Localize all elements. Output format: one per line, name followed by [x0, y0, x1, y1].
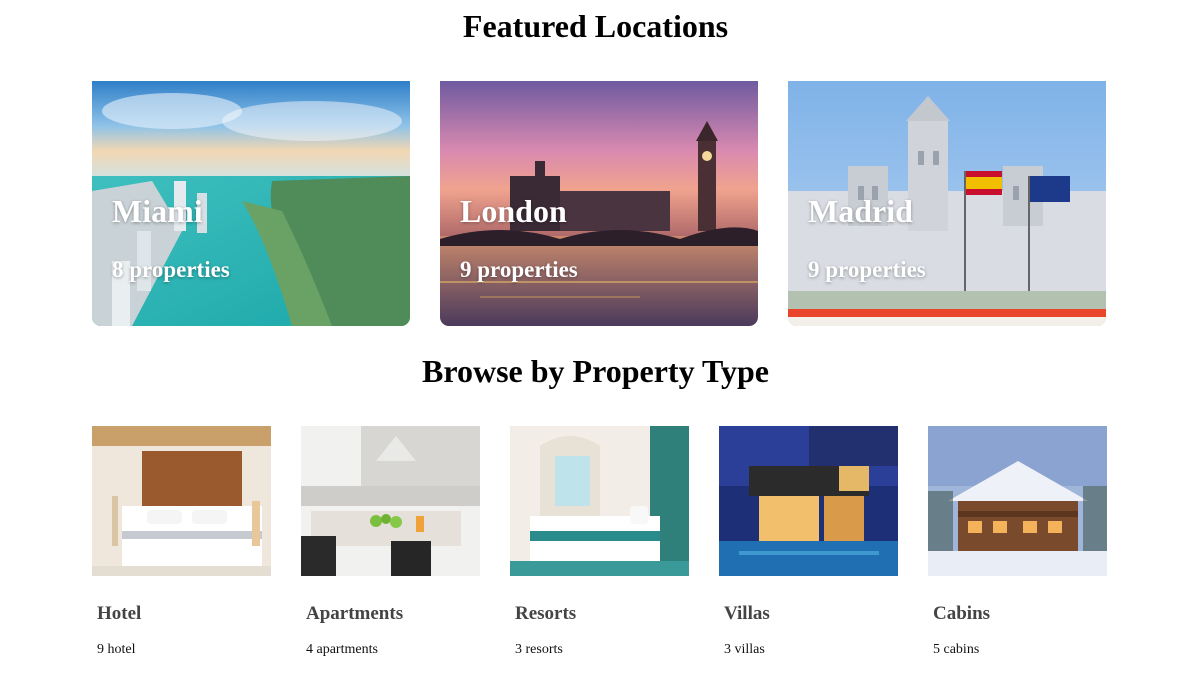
type-card-villas[interactable]: Villas 3 villas	[719, 426, 898, 658]
featured-card-count: 9 properties	[808, 257, 926, 282]
hotel-photo	[92, 426, 271, 576]
browse-by-type-heading: Browse by Property Type	[422, 353, 769, 389]
type-card-name: Cabins	[933, 603, 991, 624]
featured-card-count: 9 properties	[460, 257, 578, 282]
type-card-name: Hotel	[97, 603, 142, 624]
type-card-cabins[interactable]: Cabins 5 cabins	[928, 426, 1107, 658]
type-card-count: 4 apartments	[306, 642, 378, 657]
type-card-hotel[interactable]: Hotel 9 hotel	[92, 426, 271, 658]
featured-locations-list: Miami 8 properties London 9 properties M…	[92, 81, 1106, 326]
featured-card-madrid[interactable]: Madrid 9 properties	[788, 81, 1106, 326]
type-card-count: 5 cabins	[933, 642, 980, 657]
type-card-name: Resorts	[515, 603, 577, 624]
featured-card-city: Miami	[112, 193, 203, 229]
villas-photo	[719, 426, 898, 576]
featured-locations-heading: Featured Locations	[462, 8, 729, 44]
type-card-count: 3 villas	[724, 642, 765, 657]
apartments-photo	[301, 426, 480, 576]
type-card-name: Apartments	[306, 603, 404, 624]
page: Featured Locations Miami 8 properties Lo…	[0, 0, 1191, 688]
featured-card-miami[interactable]: Miami 8 properties	[92, 81, 410, 326]
cabins-photo	[928, 426, 1107, 576]
type-card-count: 3 resorts	[515, 642, 563, 657]
type-card-apartments[interactable]: Apartments 4 apartments	[301, 426, 480, 658]
featured-card-count: 8 properties	[112, 257, 230, 282]
featured-card-london[interactable]: London 9 properties	[440, 81, 758, 326]
property-type-list: Hotel 9 hotel Apartments 4 apartments Re…	[92, 426, 1107, 658]
type-card-count: 9 hotel	[97, 642, 136, 657]
type-card-resorts[interactable]: Resorts 3 resorts	[510, 426, 689, 658]
type-card-name: Villas	[724, 603, 770, 624]
featured-card-city: London	[460, 193, 567, 229]
resorts-photo	[510, 426, 689, 576]
featured-card-city: Madrid	[808, 193, 913, 229]
